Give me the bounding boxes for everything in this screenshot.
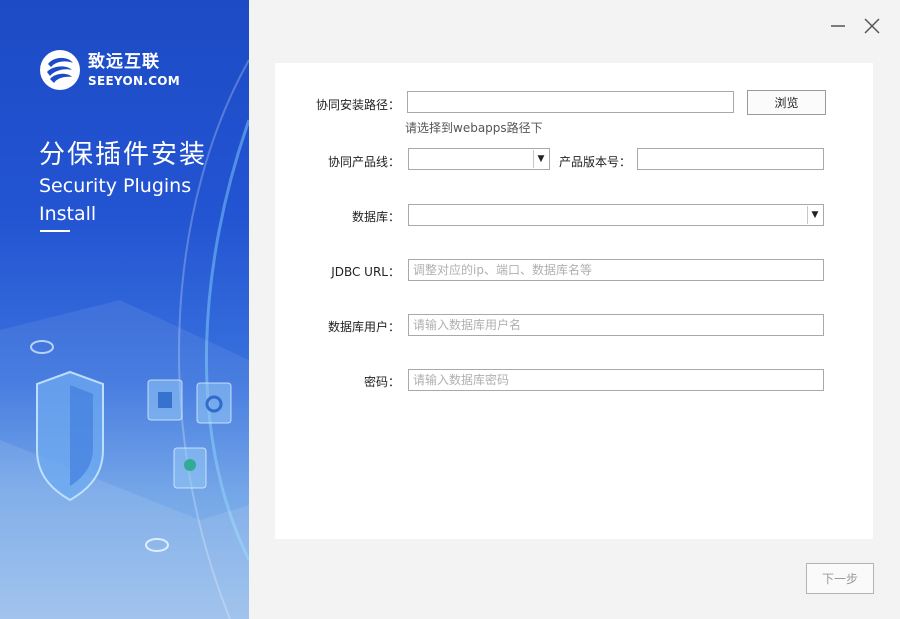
install-form-card: 协同安装路径： 浏览 请选择到webapps路径下 协同产品线： ▼ 产品版本号… xyxy=(275,63,873,539)
seeyon-logo-icon xyxy=(40,50,80,90)
browse-button[interactable]: 浏览 xyxy=(747,90,826,115)
jdbc-url-input[interactable] xyxy=(408,259,824,281)
product-version-input[interactable] xyxy=(637,148,824,170)
jdbc-url-label: JDBC URL： xyxy=(331,265,400,279)
installer-title-en: Security Plugins Install xyxy=(39,175,192,225)
minimize-icon xyxy=(831,25,845,27)
database-select[interactable]: ▼ xyxy=(408,204,824,226)
brand-name-en: SEEYON.COM xyxy=(88,73,181,88)
decorative-illustration xyxy=(0,59,249,619)
dropdown-arrow-icon: ▼ xyxy=(807,206,822,224)
install-path-label: 协同安装路径： xyxy=(315,98,400,112)
close-button[interactable] xyxy=(862,16,882,36)
db-user-label: 数据库用户： xyxy=(327,320,400,334)
password-label: 密码： xyxy=(363,375,400,389)
install-path-input[interactable] xyxy=(407,91,734,113)
brand-logo: 致远互联 SEEYON.COM xyxy=(38,48,180,92)
product-version-label: 产品版本号： xyxy=(558,155,631,169)
product-line-label: 协同产品线： xyxy=(327,155,400,169)
title-underline xyxy=(40,230,70,232)
product-line-select[interactable]: ▼ xyxy=(408,148,550,170)
brand-panel: 致远互联 SEEYON.COM 分保插件安装 Security Plugins … xyxy=(0,0,249,619)
minimize-button[interactable] xyxy=(828,16,848,36)
close-icon xyxy=(864,18,880,34)
brand-name-cn: 致远互联 xyxy=(88,51,160,72)
install-path-hint: 请选择到webapps路径下 xyxy=(405,121,543,135)
next-step-button[interactable]: 下一步 xyxy=(806,563,874,594)
dropdown-arrow-icon: ▼ xyxy=(533,150,548,168)
db-user-input[interactable] xyxy=(408,314,824,336)
installer-title-cn: 分保插件安装 xyxy=(39,140,208,170)
database-label: 数据库： xyxy=(351,210,400,224)
password-input[interactable] xyxy=(408,369,824,391)
